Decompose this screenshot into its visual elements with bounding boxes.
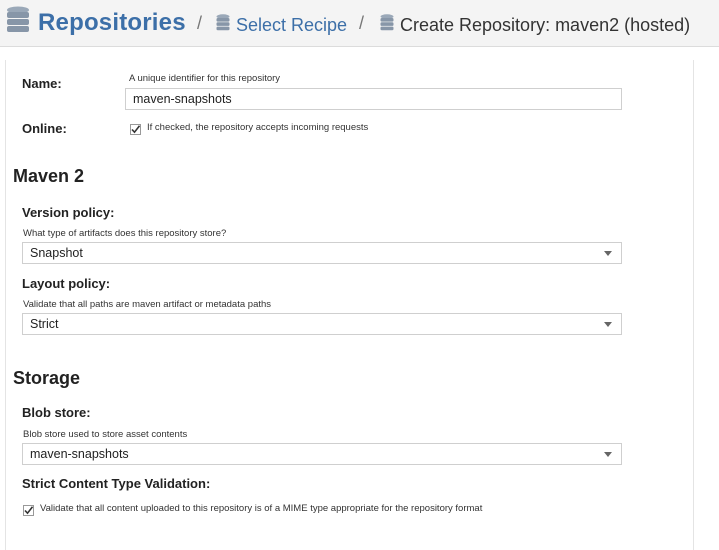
- database-icon: [6, 6, 30, 39]
- name-help: A unique identifier for this repository: [129, 73, 281, 84]
- database-icon: [380, 14, 394, 36]
- breadcrumb-root-label[interactable]: Repositories: [38, 9, 186, 37]
- strict-content-checkbox-text: Validate that all content uploaded to th…: [40, 503, 483, 514]
- storage-section-title: Storage: [13, 368, 81, 388]
- online-checkbox[interactable]: [130, 122, 141, 135]
- layout-policy-help: Validate that all paths are maven artifa…: [23, 299, 272, 310]
- online-checkbox-text: If checked, the repository accepts incom…: [147, 122, 369, 133]
- database-icon: [216, 14, 230, 36]
- breadcrumb-bar: Repositories / Select Recipe / Create Re…: [0, 0, 719, 47]
- blob-store-label: Blob store:: [22, 405, 91, 420]
- breadcrumb-current: Create Repository: maven2 (hosted): [380, 14, 690, 36]
- strict-content-checkbox[interactable]: [23, 503, 34, 516]
- strict-content-label: Strict Content Type Validation:: [22, 476, 211, 491]
- blob-store-help: Blob store used to store asset contents: [23, 429, 188, 440]
- breadcrumb-separator: /: [359, 13, 365, 33]
- breadcrumb-select-recipe[interactable]: Select Recipe: [216, 14, 347, 36]
- breadcrumb-separator: /: [197, 13, 203, 33]
- version-policy-help: What type of artifacts does this reposit…: [23, 228, 227, 239]
- version-policy-select[interactable]: Snapshot: [22, 242, 622, 264]
- online-checkbox-row: If checked, the repository accepts incom…: [130, 122, 369, 135]
- name-input[interactable]: maven-snapshots: [125, 88, 622, 110]
- caret-down-icon[interactable]: [604, 322, 612, 327]
- version-policy-label: Version policy:: [22, 205, 115, 220]
- caret-down-icon[interactable]: [604, 251, 612, 256]
- online-label: Online:: [22, 121, 67, 136]
- layout-policy-value: Strict: [30, 317, 59, 331]
- layout-policy-select[interactable]: Strict: [22, 313, 622, 335]
- layout-policy-label: Layout policy:: [22, 276, 111, 291]
- name-label: Name:: [22, 76, 62, 91]
- breadcrumb-select-recipe-label[interactable]: Select Recipe: [236, 15, 347, 36]
- blob-store-value: maven-snapshots: [30, 447, 129, 461]
- blob-store-select[interactable]: maven-snapshots: [22, 443, 622, 465]
- version-policy-value: Snapshot: [30, 246, 83, 260]
- strict-content-checkbox-row: Validate that all content uploaded to th…: [23, 503, 483, 516]
- caret-down-icon[interactable]: [604, 452, 612, 457]
- breadcrumb-root[interactable]: Repositories: [6, 6, 186, 39]
- breadcrumb-current-label: Create Repository: maven2 (hosted): [400, 14, 691, 35]
- maven-section-title: Maven 2: [13, 166, 85, 186]
